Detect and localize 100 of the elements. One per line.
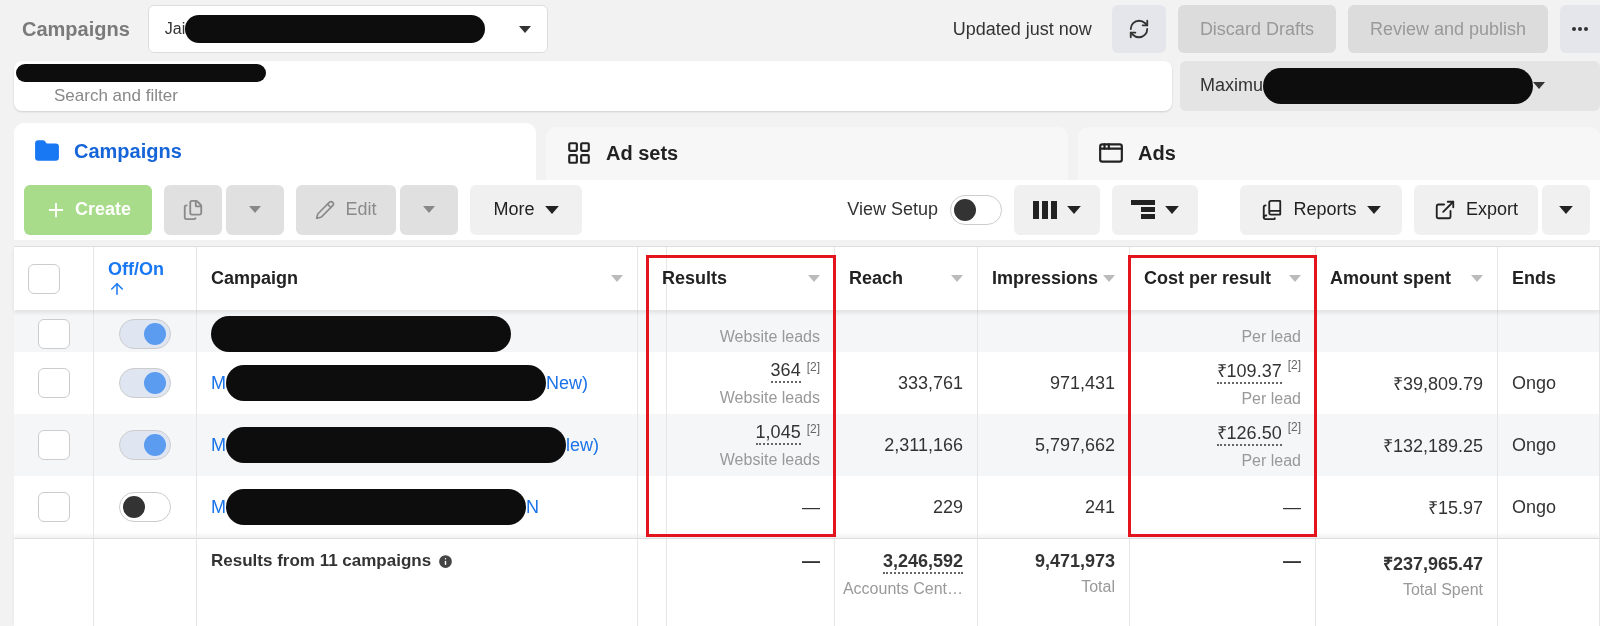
- caret-icon: [1366, 205, 1381, 214]
- table-cell: Ongo: [1512, 372, 1557, 394]
- dropdown-button[interactable]: [1542, 184, 1590, 235]
- table-cell: 971,431: [1049, 372, 1115, 394]
- info-icon[interactable]: [437, 552, 455, 570]
- table-cell-text: ₹39,809.79: [1392, 373, 1483, 395]
- view-setup-label: View Setup: [847, 199, 938, 221]
- table-cell: 2,311,166: [884, 434, 963, 456]
- books-icon: [1261, 198, 1284, 221]
- update-status: Updated just now: [952, 18, 1092, 40]
- table-cell: 333,761: [897, 372, 963, 394]
- caret-icon: [518, 25, 531, 33]
- metric-value: ₹126.50: [1216, 420, 1282, 446]
- campaign-toggle[interactable]: [119, 319, 171, 349]
- column-header[interactable]: Campaign: [211, 268, 298, 289]
- caret-icon: [1559, 205, 1573, 214]
- table-cell: —: [802, 551, 820, 572]
- table-cell-text: ₹132,189.25: [1382, 435, 1483, 457]
- campaign-toggle[interactable]: [119, 368, 171, 398]
- caret-icon: [544, 205, 559, 214]
- metric-value: ₹237,965.47: [1382, 553, 1483, 575]
- reports-button[interactable]: Reports: [1240, 184, 1402, 235]
- caret-icon: [1067, 205, 1081, 214]
- caret-icon[interactable]: [1289, 275, 1301, 282]
- grid-icon: [566, 140, 592, 167]
- metric-unit: Total: [1081, 578, 1115, 596]
- row-checkbox[interactable]: [37, 492, 70, 522]
- refresh-icon: [1127, 18, 1150, 41]
- files-icon: [182, 198, 204, 221]
- search-field[interactable]: Search and filter: [14, 60, 1172, 111]
- caret-icon: [1533, 82, 1545, 90]
- caret-icon[interactable]: [808, 275, 820, 282]
- metric-unit: Website leads: [719, 450, 820, 469]
- date-range-dropdown[interactable]: Maximu: [1180, 60, 1600, 111]
- row-checkbox[interactable]: [37, 319, 70, 349]
- export-button[interactable]: Export: [1414, 184, 1538, 235]
- metric-unit: Per lead: [1241, 452, 1301, 470]
- footnote-mark: [2]: [1287, 358, 1301, 372]
- caret-icon[interactable]: [611, 275, 623, 282]
- caret-icon[interactable]: [951, 275, 963, 282]
- select-all-checkbox[interactable]: [28, 263, 60, 294]
- caret-icon[interactable]: [1471, 275, 1483, 282]
- breakdown-icon: [1131, 200, 1155, 220]
- caret-icon: [249, 206, 261, 214]
- export-icon: [1434, 198, 1456, 221]
- page-title: Campaigns: [22, 17, 130, 41]
- metric-unit: Website leads: [719, 388, 820, 407]
- column-header[interactable]: Ends: [1512, 268, 1556, 289]
- metric-value: —: [802, 496, 820, 518]
- metric-value: 3,246,592: [882, 551, 963, 574]
- metric-unit: Per lead: [1241, 328, 1301, 346]
- footnote-mark: [2]: [806, 421, 820, 436]
- columns-icon: [1033, 200, 1057, 219]
- column-header[interactable]: Off/On: [108, 259, 164, 280]
- row-checkbox[interactable]: [37, 368, 70, 398]
- caret-icon[interactable]: [1103, 275, 1115, 282]
- campaign-name[interactable]: M: [211, 372, 226, 394]
- more-icon: [1572, 27, 1588, 32]
- table-cell: Ongo: [1512, 496, 1557, 518]
- table-cell: —: [1283, 551, 1301, 572]
- table-cell: Ongo: [1512, 434, 1557, 456]
- refresh-button[interactable]: [1111, 5, 1166, 54]
- campaign-toggle[interactable]: [119, 430, 171, 460]
- column-header[interactable]: Cost per result: [1144, 268, 1272, 289]
- metric-unit: Per lead: [1241, 390, 1301, 408]
- table-cell-text: ₹15.97: [1427, 497, 1483, 519]
- campaign-name[interactable]: N: [526, 496, 539, 518]
- metric-value: 9,471,973: [1034, 551, 1115, 572]
- column-header[interactable]: Amount spent: [1330, 268, 1451, 289]
- tab[interactable]: Campaigns: [14, 122, 536, 180]
- column-header[interactable]: Results: [662, 268, 728, 289]
- tab[interactable]: Ads: [1078, 126, 1600, 180]
- metric-value: 364: [770, 359, 801, 383]
- column-header[interactable]: Impressions: [992, 268, 1099, 289]
- more-button[interactable]: More: [470, 184, 582, 235]
- metric-value: —: [1283, 496, 1301, 518]
- metric-unit: Website leads: [719, 328, 820, 346]
- campaign-name[interactable]: lew): [566, 434, 599, 456]
- table-cell: 229: [932, 496, 963, 518]
- row-checkbox[interactable]: [37, 430, 70, 460]
- footnote-mark: [2]: [1287, 420, 1301, 434]
- more-options-button[interactable]: [1560, 5, 1600, 54]
- campaign-name[interactable]: New): [546, 372, 588, 394]
- results-summary: Results from 11 campaigns: [211, 551, 432, 571]
- campaign-name[interactable]: M: [211, 434, 226, 456]
- caret-icon: [1165, 205, 1179, 214]
- tab[interactable]: Ad sets: [546, 126, 1068, 180]
- campaign-name[interactable]: M: [211, 496, 226, 518]
- footnote-mark: [2]: [806, 359, 820, 374]
- view-setup-switch[interactable]: [950, 194, 1002, 225]
- caret-icon: [423, 206, 435, 214]
- metric-unit: Accounts Cent…: [842, 580, 963, 598]
- campaign-toggle[interactable]: [119, 492, 171, 522]
- breakdown-button[interactable]: [1112, 184, 1198, 235]
- metric-value: 1,045: [755, 421, 801, 445]
- metric-value: ₹109.37: [1216, 358, 1282, 384]
- account-dropdown[interactable]: Jai: [147, 5, 548, 54]
- column-header[interactable]: Reach: [849, 268, 904, 289]
- columns-button[interactable]: [1014, 184, 1100, 235]
- pencil-icon: [315, 199, 336, 220]
